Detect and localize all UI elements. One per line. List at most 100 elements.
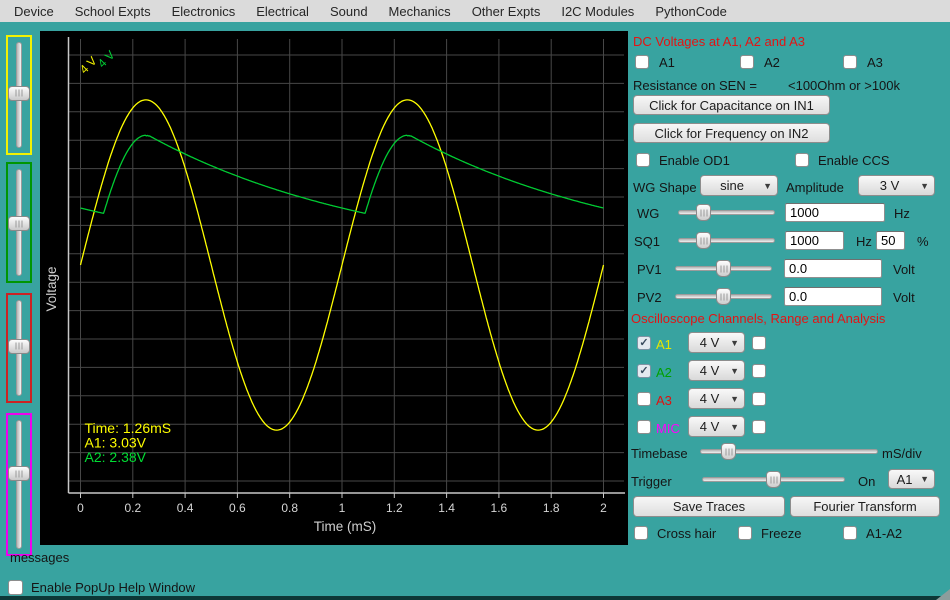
timebase-slider[interactable] (700, 443, 878, 460)
trigger-source-dropdown[interactable]: A1 ▼ (888, 469, 935, 489)
channel-a1-extra-checkbox[interactable] (752, 336, 766, 350)
wg-frequency-input[interactable] (785, 203, 885, 222)
trigger-slider[interactable] (702, 471, 845, 488)
cursor-readout-line: A2: 2.38V (85, 449, 147, 465)
menu-item-other-expts[interactable]: Other Expts (472, 4, 541, 19)
chevron-down-icon: ▼ (920, 474, 929, 484)
wg-shape-dropdown[interactable]: sine ▼ (700, 175, 778, 196)
left-slider-a1-handle[interactable] (8, 85, 30, 101)
freeze-checkbox[interactable] (738, 526, 752, 540)
amplitude-label: Amplitude (786, 180, 844, 195)
scope-channels-heading: Oscilloscope Channels, Range and Analysi… (631, 311, 886, 326)
channel-mic-extra-checkbox[interactable] (752, 420, 766, 434)
trigger-source-value: A1 (896, 471, 913, 487)
left-slider-mic[interactable] (6, 413, 32, 556)
menubar: Device School Expts Electronics Electric… (0, 0, 950, 22)
channel-a3-checkbox[interactable] (637, 392, 651, 406)
channel-mic-checkbox[interactable] (637, 420, 651, 434)
capacitance-button[interactable]: Click for Capacitance on IN1 (633, 95, 830, 115)
scope-plot[interactable]: 0 0.2 0.4 0.6 0.8 1 1.2 1.4 1.6 1.8 2 Time (mS) Volt… (40, 31, 628, 545)
fourier-transform-button[interactable]: Fourier Transform (790, 496, 940, 517)
dc-a3-checkbox[interactable] (843, 55, 857, 69)
sq1-duty-input[interactable] (876, 231, 905, 250)
channel-a2-checkbox[interactable] (637, 364, 651, 378)
freeze-label: Freeze (761, 526, 802, 541)
pv2-voltage-input[interactable] (784, 287, 882, 306)
sq1-slider-track[interactable] (678, 238, 775, 243)
x-axis-label: Time (mS) (314, 519, 377, 534)
sq1-slider[interactable] (678, 232, 775, 249)
channel-mic-range-value: 4 V (699, 419, 720, 434)
popup-help-checkbox[interactable] (8, 580, 23, 595)
wg-shape-label: WG Shape (633, 180, 697, 195)
dc-a1-label: A1 (659, 55, 675, 70)
x-tick-label: 1.6 (491, 501, 508, 515)
channel-a1-label: A1 (656, 337, 672, 352)
pv1-voltage-input[interactable] (784, 259, 882, 278)
pv1-slider[interactable] (675, 260, 772, 277)
channel-a2-range-dropdown[interactable]: 4 V ▼ (688, 360, 745, 381)
channel-a3-range-value: 4 V (699, 391, 720, 406)
pv2-slider-handle[interactable] (716, 288, 731, 305)
wg-slider-handle[interactable] (696, 204, 712, 221)
resize-grip-icon[interactable] (936, 589, 950, 600)
sq1-duty-unit-label: % (917, 234, 929, 249)
scope-canvas[interactable]: 0 0.2 0.4 0.6 0.8 1 1.2 1.4 1.6 1.8 2 Time (mS) Volt… (40, 31, 628, 545)
enable-ccs-checkbox[interactable] (795, 153, 809, 167)
channel-mic-range-dropdown[interactable]: 4 V ▼ (688, 416, 745, 437)
amplitude-dropdown[interactable]: 3 V ▼ (858, 175, 935, 196)
dc-voltages-heading: DC Voltages at A1, A2 and A3 (633, 34, 806, 49)
channel-a1-range-dropdown[interactable]: 4 V ▼ (688, 332, 745, 353)
left-slider-a2[interactable] (6, 162, 32, 283)
frequency-button[interactable]: Click for Frequency on IN2 (633, 123, 830, 143)
left-slider-a3-handle[interactable] (8, 338, 30, 354)
cross-hair-checkbox[interactable] (634, 526, 648, 540)
channel-a1-checkbox[interactable] (637, 336, 651, 350)
y-axis-label: Voltage (44, 266, 59, 311)
wg-slider-track[interactable] (678, 210, 775, 215)
left-slider-a3[interactable] (6, 293, 32, 403)
save-traces-button[interactable]: Save Traces (633, 496, 785, 517)
a1-minus-a2-checkbox[interactable] (843, 526, 857, 540)
channel-a3-extra-checkbox[interactable] (752, 392, 766, 406)
menu-item-electronics[interactable]: Electronics (172, 4, 236, 19)
cross-hair-label: Cross hair (657, 526, 717, 541)
enable-od1-checkbox[interactable] (636, 153, 650, 167)
timebase-unit-label: mS/div (882, 446, 922, 461)
enable-od1-label: Enable OD1 (659, 153, 730, 168)
channel-a2-extra-checkbox[interactable] (752, 364, 766, 378)
menu-item-electrical[interactable]: Electrical (256, 4, 309, 19)
timebase-slider-handle[interactable] (721, 443, 737, 460)
channel-a3-range-dropdown[interactable]: 4 V ▼ (688, 388, 745, 409)
resistance-value: <100Ohm or >100k (788, 78, 901, 93)
menu-item-pythoncode[interactable]: PythonCode (655, 4, 727, 19)
wg-slider[interactable] (678, 204, 775, 221)
x-tick-label: 0.4 (177, 501, 194, 515)
dc-a1-checkbox[interactable] (635, 55, 649, 69)
menu-item-sound[interactable]: Sound (330, 4, 368, 19)
menu-item-device[interactable]: Device (14, 4, 54, 19)
menu-item-school-expts[interactable]: School Expts (75, 4, 151, 19)
pv1-slider-handle[interactable] (716, 260, 731, 277)
channel-a3-label: A3 (656, 393, 672, 408)
dc-a2-checkbox[interactable] (740, 55, 754, 69)
sq1-slider-handle[interactable] (696, 232, 712, 249)
x-tick-label: 0 (77, 501, 84, 515)
app-window: Device School Expts Electronics Electric… (0, 0, 950, 600)
left-slider-mic-track[interactable] (16, 420, 22, 549)
left-slider-mic-handle[interactable] (8, 466, 30, 482)
sq1-frequency-input[interactable] (785, 231, 844, 250)
pv2-slider[interactable] (675, 288, 772, 305)
enable-ccs-label: Enable CCS (818, 153, 890, 168)
timebase-label: Timebase (631, 446, 688, 461)
menu-item-mechanics[interactable]: Mechanics (389, 4, 451, 19)
left-slider-a1[interactable] (6, 35, 32, 155)
x-tick-label: 1.8 (543, 501, 560, 515)
wg-shape-value: sine (720, 178, 744, 193)
dc-a3-label: A3 (867, 55, 883, 70)
trigger-slider-handle[interactable] (766, 471, 781, 488)
trigger-on-label: On (858, 474, 876, 489)
menu-item-i2c-modules[interactable]: I2C Modules (561, 4, 634, 19)
left-slider-a2-handle[interactable] (8, 216, 30, 231)
x-tick-label: 1.2 (386, 501, 403, 515)
